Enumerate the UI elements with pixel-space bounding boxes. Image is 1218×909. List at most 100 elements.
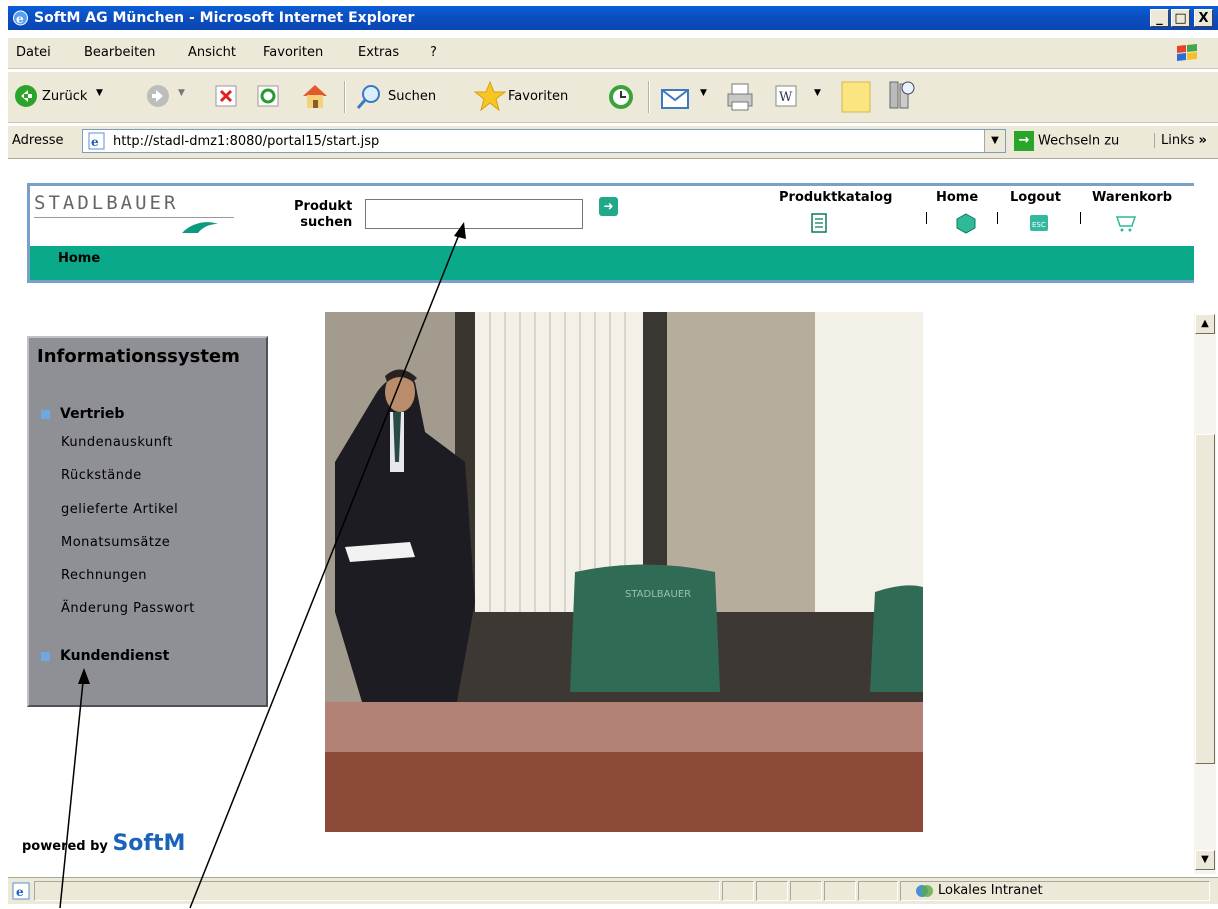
maximize-button[interactable]: □ [1171, 9, 1190, 27]
search-button[interactable]: Suchen [388, 89, 436, 104]
favorites-button[interactable]: Favoriten [508, 89, 568, 104]
nav-separator [1080, 212, 1081, 224]
toolbar: Zurück ▼ ▼ Suchen Favoriten ▼ W ▼ [8, 72, 1218, 123]
bullet-icon [41, 409, 50, 419]
svg-text:e: e [16, 885, 24, 899]
links-label: Links [1161, 133, 1195, 148]
powered-by-footer: powered by SoftM [22, 831, 185, 856]
search-submit-button[interactable]: ➜ [599, 197, 618, 216]
sidebar-item-aenderung-passwort[interactable]: Änderung Passwort [61, 601, 195, 616]
stop-icon[interactable] [214, 84, 238, 108]
zone-label: Lokales Intranet [938, 883, 1043, 898]
nav-separator [926, 212, 927, 224]
sidebar-item-kundenauskunft[interactable]: Kundenauskunft [61, 435, 173, 450]
print-icon[interactable] [724, 80, 756, 112]
vertical-scrollbar[interactable]: ▲ ▼ [1194, 314, 1216, 874]
nav-home[interactable]: Home [936, 190, 978, 205]
discuss-note-icon[interactable] [840, 80, 872, 114]
chair-logo-text: STADLBAUER [625, 589, 691, 600]
windows-flag-icon [1177, 44, 1197, 61]
edit-word-icon[interactable]: W [774, 84, 800, 108]
search-label: Produkt suchen [294, 199, 352, 231]
search-icon[interactable] [354, 82, 384, 112]
menu-ansicht[interactable]: Ansicht [188, 45, 236, 60]
nav-produktkatalog[interactable]: Produktkatalog [779, 190, 892, 205]
powered-by-text: powered by [22, 839, 108, 854]
sidebar-item-gelieferte-artikel[interactable]: gelieferte Artikel [61, 502, 178, 517]
back-icon[interactable] [14, 84, 38, 108]
nav-warenkorb[interactable]: Warenkorb [1092, 190, 1172, 205]
status-bar: e Lokales Intranet [8, 877, 1218, 904]
menu-bearbeiten[interactable]: Bearbeiten [84, 45, 155, 60]
sidebar-section-kundendienst[interactable]: Kundendienst [41, 648, 169, 664]
home-icon[interactable] [300, 82, 330, 110]
go-button[interactable]: → Wechseln zu [1014, 131, 1119, 151]
sidebar-item-monatsumsaetze[interactable]: Monatsumsätze [61, 535, 170, 550]
go-arrow-icon: → [1014, 131, 1034, 151]
nav-logout[interactable]: Logout [1010, 190, 1061, 205]
edit-dropdown-icon[interactable]: ▼ [814, 88, 821, 98]
toolbar-separator [344, 81, 346, 113]
leaf-logo-icon [182, 222, 218, 233]
home-cube-icon[interactable] [955, 212, 977, 234]
portal-header: STADLBAUER Produkt suchen ➜ Produktkatal… [27, 183, 1194, 283]
cart-icon[interactable] [1115, 212, 1137, 234]
address-input[interactable]: e http://stadl-dmz1:8080/portal15/start.… [82, 129, 1006, 153]
toolbar-separator [648, 81, 650, 113]
page-content: STADLBAUER Produkt suchen ➜ Produktkatal… [8, 159, 1194, 874]
links-button[interactable]: Links » [1154, 133, 1207, 148]
scroll-down-icon[interactable]: ▼ [1195, 850, 1215, 870]
softm-logo[interactable]: SoftM [112, 831, 185, 856]
menu-help[interactable]: ? [430, 45, 437, 60]
breadcrumb-home[interactable]: Home [58, 251, 100, 266]
svg-text:W: W [779, 90, 793, 105]
scroll-up-icon[interactable]: ▲ [1195, 314, 1215, 334]
catalog-icon[interactable] [808, 212, 830, 234]
history-icon[interactable] [606, 82, 636, 112]
menu-favoriten[interactable]: Favoriten [263, 45, 323, 60]
menu-bar: Datei Bearbeiten Ansicht Favoriten Extra… [8, 38, 1218, 69]
forward-icon[interactable] [146, 84, 170, 108]
minimize-button[interactable]: _ [1150, 9, 1169, 27]
address-dropdown-icon[interactable]: ▼ [984, 130, 1005, 152]
window-titlebar: e SoftM AG München - Microsoft Internet … [8, 6, 1218, 30]
svg-text:e: e [91, 135, 99, 149]
back-button[interactable]: Zurück [42, 89, 87, 104]
mail-dropdown-icon[interactable]: ▼ [700, 88, 707, 98]
menu-datei[interactable]: Datei [16, 45, 51, 60]
favorites-star-icon[interactable] [474, 80, 506, 112]
search-label-line2: suchen [300, 215, 353, 230]
close-button[interactable]: X [1194, 9, 1213, 27]
breadcrumb-bar: Home [30, 246, 1194, 280]
nav-separator [997, 212, 998, 224]
status-panel [790, 881, 822, 901]
section-label: Vertrieb [60, 406, 125, 422]
svg-text:e: e [16, 12, 24, 26]
product-search-input[interactable] [365, 199, 583, 229]
office-photo: STADLBAUER [325, 312, 923, 832]
menu-extras[interactable]: Extras [358, 45, 399, 60]
mail-icon[interactable] [660, 82, 694, 112]
refresh-icon[interactable] [256, 84, 280, 108]
page-icon: e [88, 132, 105, 150]
logo-underline [34, 217, 234, 218]
status-panel [722, 881, 754, 901]
sidebar-item-rueckstaende[interactable]: Rückstände [61, 468, 142, 483]
address-bar: Adresse e http://stadl-dmz1:8080/portal1… [8, 126, 1218, 159]
ie-logo-icon: e [13, 10, 28, 26]
logout-esc-icon[interactable]: ESC [1028, 212, 1050, 234]
stadlbauer-logo[interactable]: STADLBAUER [34, 192, 178, 214]
scroll-thumb[interactable] [1195, 434, 1215, 764]
page-status-icon: e [12, 882, 30, 900]
window-title: SoftM AG München - Microsoft Internet Ex… [34, 10, 415, 26]
status-panel [824, 881, 856, 901]
go-label: Wechseln zu [1038, 133, 1120, 149]
back-dropdown-icon[interactable]: ▼ [96, 88, 103, 98]
search-label-line1: Produkt [294, 199, 353, 214]
bullet-icon [41, 651, 50, 661]
info-sidebar: Informationssystem Vertrieb Kundenauskun… [27, 336, 268, 707]
forward-dropdown-icon[interactable]: ▼ [178, 88, 185, 98]
research-icon[interactable] [884, 78, 918, 112]
sidebar-item-rechnungen[interactable]: Rechnungen [61, 568, 147, 583]
sidebar-section-vertrieb[interactable]: Vertrieb [41, 406, 124, 422]
